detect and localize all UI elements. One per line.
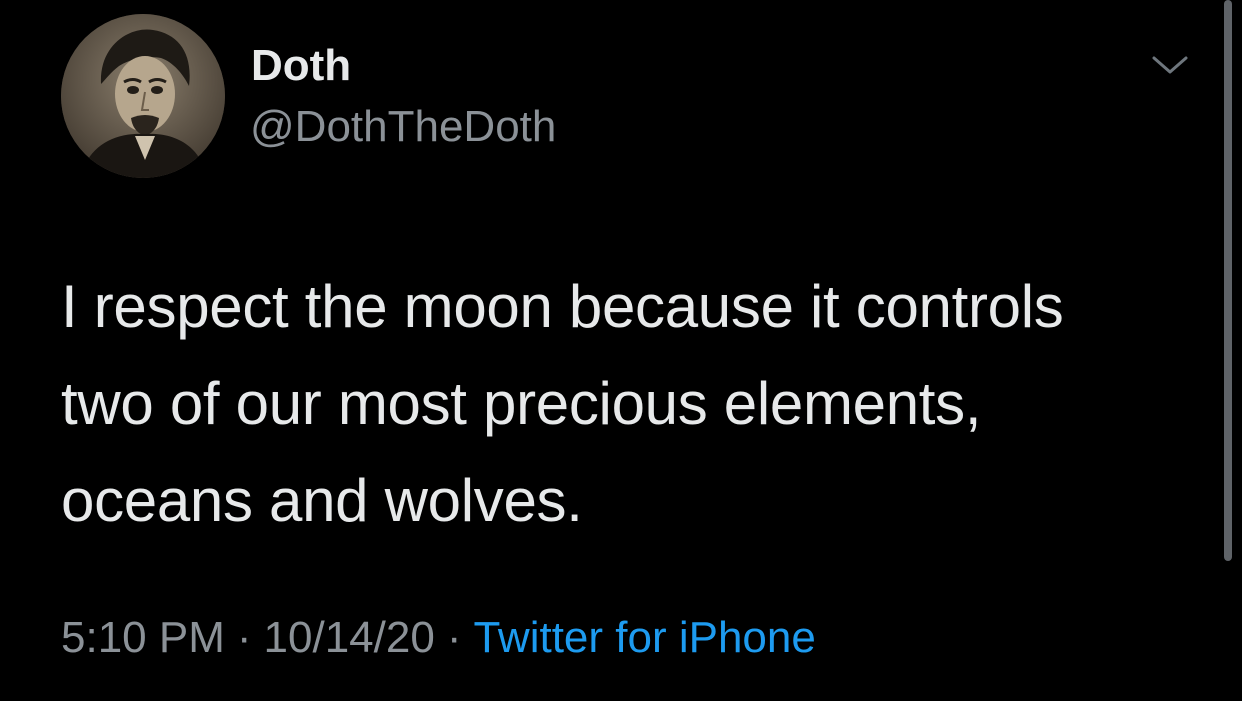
tweet-source-link[interactable]: Twitter for iPhone xyxy=(473,613,815,662)
meta-separator: · xyxy=(236,613,252,662)
tweet-text-line: I respect the moon because it controls xyxy=(61,273,1064,340)
chevron-down-icon xyxy=(1152,56,1188,74)
tweet-card: Doth @DothTheDoth I respect the moon bec… xyxy=(0,0,1242,701)
meta-separator: · xyxy=(446,613,462,662)
tweet-time[interactable]: 5:10 PM xyxy=(61,613,225,662)
tweet-menu-button[interactable] xyxy=(1150,52,1190,78)
tweet-date[interactable]: 10/14/20 xyxy=(264,613,435,662)
avatar[interactable] xyxy=(61,14,225,178)
tweet-text-line: oceans and wolves. xyxy=(61,467,583,534)
tweet-text: I respect the moon because it controls t… xyxy=(61,258,1201,549)
portrait-avatar-image xyxy=(61,14,225,178)
scrollbar[interactable] xyxy=(1224,0,1232,561)
author-display-name[interactable]: Doth xyxy=(251,40,351,92)
author-handle[interactable]: @DothTheDoth xyxy=(250,101,556,153)
tweet-text-line: two of our most precious elements, xyxy=(61,370,982,437)
tweet-meta: 5:10 PM · 10/14/20 · Twitter for iPhone xyxy=(61,610,816,666)
